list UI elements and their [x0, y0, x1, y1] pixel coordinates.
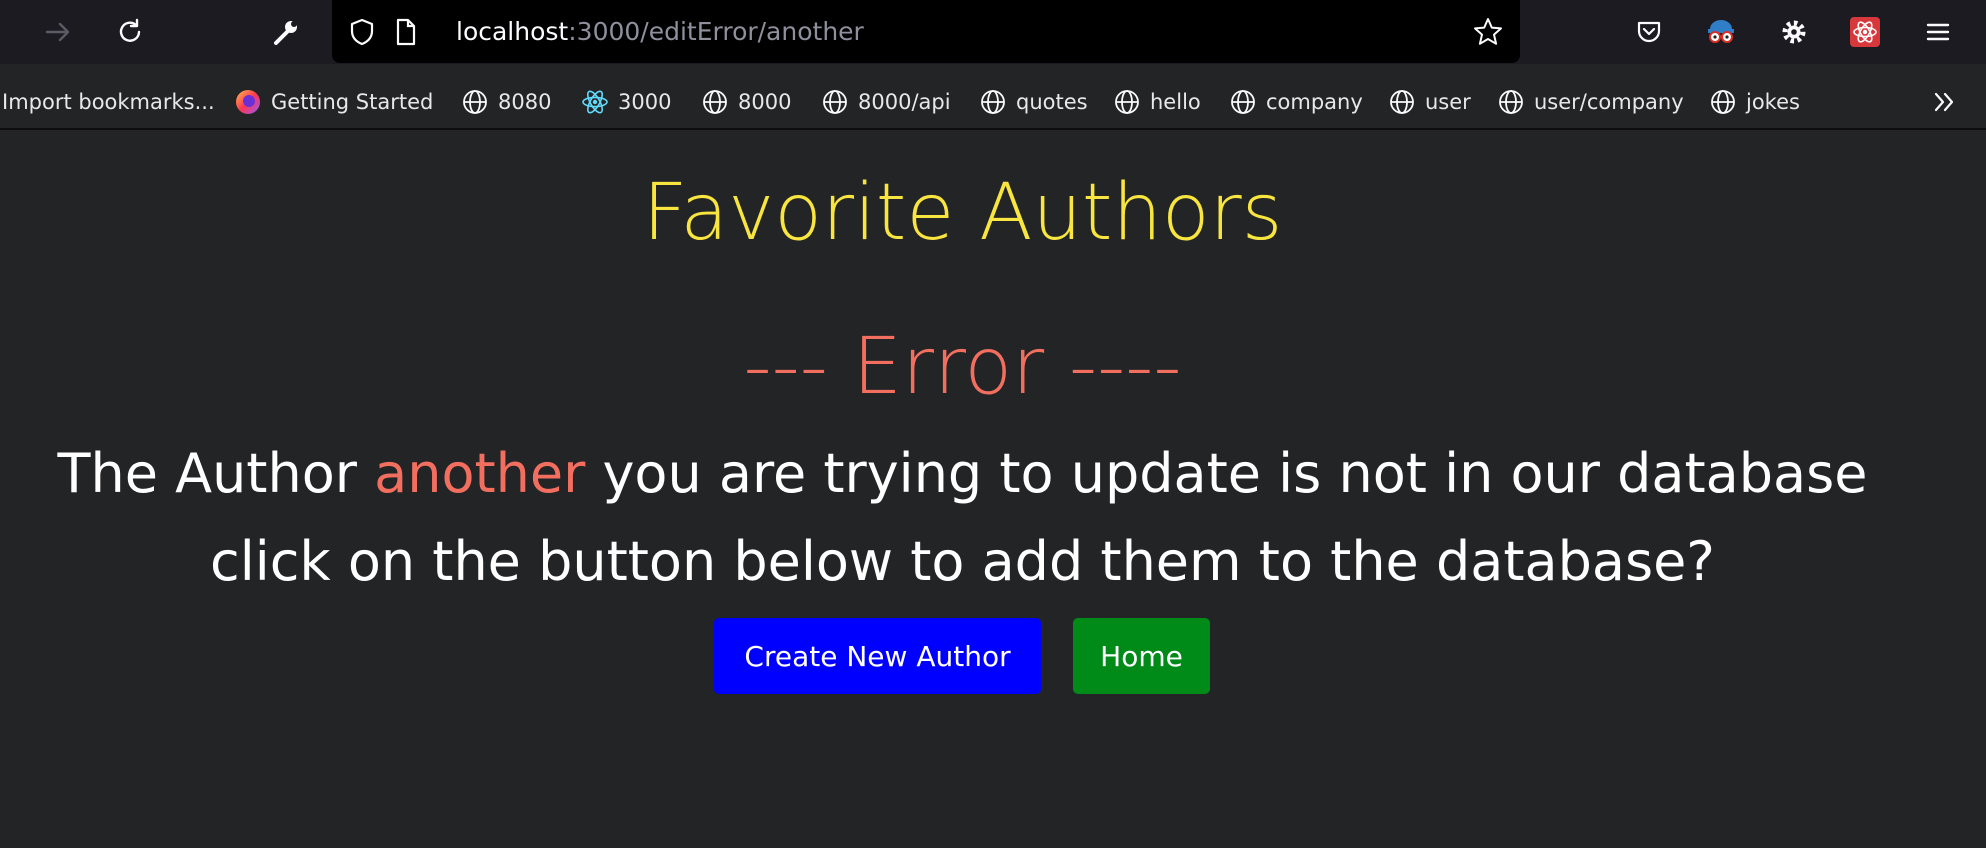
bookmark-label: 8000/api [858, 90, 951, 114]
bookmark-label: quotes [1016, 90, 1088, 114]
globe-icon [461, 88, 489, 116]
url-bar[interactable]: localhost:3000/editError/another [332, 0, 1520, 63]
globe-icon [701, 88, 729, 116]
message-suffix: you are trying to update is not in our d… [585, 442, 1868, 505]
globe-icon [1229, 88, 1257, 116]
globe-icon [1709, 88, 1737, 116]
bookmark-quotes[interactable]: quotes [979, 82, 1088, 122]
globe-icon [821, 88, 849, 116]
bookmark-jokes[interactable]: jokes [1709, 82, 1800, 122]
globe-icon [979, 88, 1007, 116]
bookmark-8000-api[interactable]: 8000/api [821, 82, 951, 122]
pocket-icon[interactable] [1629, 12, 1669, 52]
error-message-line1: The Author another you are trying to upd… [0, 442, 1925, 505]
page-title: Favorite Authors [642, 168, 1283, 258]
private-mask-icon[interactable] [1701, 12, 1741, 52]
bookmark-label: jokes [1746, 90, 1800, 114]
bookmark-user-company[interactable]: user/company [1497, 82, 1684, 122]
bookmark-3000[interactable]: 3000 [581, 82, 671, 122]
page-icon [386, 12, 426, 52]
message-prefix: The Author [57, 442, 375, 505]
globe-icon [1113, 88, 1141, 116]
bookmark-label: Import bookmarks... [2, 90, 215, 114]
bookmark-label: hello [1150, 90, 1201, 114]
bookmarks-bar: Import bookmarks... Getting Started 8080… [0, 82, 1986, 122]
home-button[interactable]: Home [1073, 618, 1210, 694]
error-message-line2: click on the button below to add them to… [210, 530, 1715, 593]
bookmark-star-icon[interactable] [1468, 12, 1508, 52]
forward-icon[interactable] [38, 12, 78, 52]
bookmark-company[interactable]: company [1229, 82, 1363, 122]
bookmark-getting-started[interactable]: Getting Started [234, 82, 433, 122]
react-icon [581, 88, 609, 116]
browser-toolbar: localhost:3000/editError/another [0, 0, 1986, 64]
bookmark-label: user [1425, 90, 1471, 114]
url-path: :3000/editError/another [568, 17, 864, 46]
hamburger-menu-icon[interactable] [1918, 12, 1958, 52]
url-text[interactable]: localhost:3000/editError/another [456, 16, 864, 48]
bookmark-8080[interactable]: 8080 [461, 82, 551, 122]
bookmark-8000[interactable]: 8000 [701, 82, 791, 122]
shield-icon[interactable] [342, 12, 382, 52]
globe-icon [1388, 88, 1416, 116]
bookmark-user[interactable]: user [1388, 82, 1471, 122]
bookmark-label: 8080 [498, 90, 552, 114]
gear-icon[interactable] [1774, 12, 1814, 52]
firefox-icon [234, 88, 262, 116]
bookmark-label: Getting Started [271, 90, 434, 114]
bookmark-label: 8000 [738, 90, 792, 114]
bookmark-import[interactable]: Import bookmarks... [2, 82, 215, 122]
url-host: localhost [456, 17, 569, 46]
error-heading: --- Error ---- [743, 322, 1182, 412]
react-devtools-icon[interactable] [1845, 12, 1885, 52]
wrench-icon[interactable] [266, 12, 306, 52]
globe-icon [1497, 88, 1525, 116]
bookmarks-overflow-chevron-icon[interactable] [1930, 82, 1960, 122]
bookmark-label: 3000 [618, 90, 672, 114]
bookmark-label: user/company [1534, 90, 1684, 114]
bookmark-label: company [1266, 90, 1363, 114]
page-content: Favorite Authors --- Error ---- The Auth… [0, 130, 1986, 848]
create-new-author-button[interactable]: Create New Author [714, 618, 1041, 694]
reload-icon[interactable] [110, 12, 150, 52]
author-name: another [374, 442, 586, 505]
bookmark-hello[interactable]: hello [1113, 82, 1201, 122]
